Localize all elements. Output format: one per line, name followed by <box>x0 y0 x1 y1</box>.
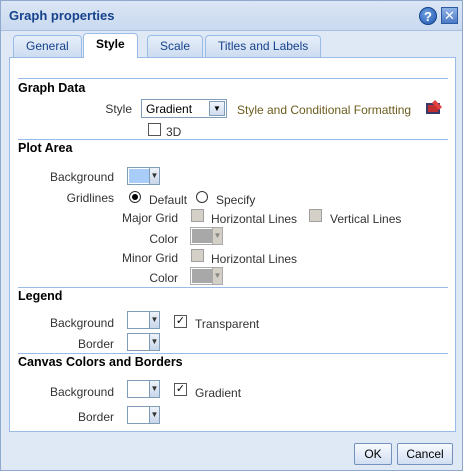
canvas-border-color-picker[interactable]: ▼ <box>127 406 160 424</box>
style-and-conditional-formatting-link[interactable]: Style and Conditional Formatting <box>237 103 411 117</box>
section-divider <box>18 353 448 354</box>
dialog-footer: OK Cancel <box>1 435 462 471</box>
tab-titles-and-labels[interactable]: Titles and Labels <box>205 35 322 57</box>
gridlines-specify-radio[interactable] <box>196 191 208 203</box>
section-divider <box>18 78 448 79</box>
3d-checkbox[interactable] <box>148 123 161 136</box>
canvas-border-swatch <box>129 408 150 422</box>
legend-background-label: Background <box>49 316 114 330</box>
style-label: Style <box>105 102 132 116</box>
tab-scale[interactable]: Scale <box>147 35 204 57</box>
minor-horizontal-lines-checkbox[interactable] <box>191 249 204 262</box>
3d-label: 3D <box>166 125 182 139</box>
style-select[interactable]: Gradient ▼ <box>141 99 227 118</box>
chevron-down-icon[interactable]: ▼ <box>212 268 222 284</box>
tab-strip: General Style Scale Titles and Labels <box>9 33 459 58</box>
canvas-border-label: Border <box>77 410 114 424</box>
canvas-background-label: Background <box>49 385 114 399</box>
major-grid-color-picker[interactable]: ▼ <box>190 227 223 245</box>
legend-border-label: Border <box>77 337 114 351</box>
minor-grid-color-picker[interactable]: ▼ <box>190 267 223 285</box>
minor-color-label: Color <box>149 271 178 285</box>
minor-grid-swatch <box>192 269 213 283</box>
legend-border-swatch <box>129 335 150 349</box>
major-horizontal-lines-checkbox[interactable] <box>191 209 204 222</box>
graph-data-heading: Graph Data <box>18 81 86 95</box>
canvas-background-color-picker[interactable]: ▼ <box>127 380 160 398</box>
chevron-down-icon[interactable]: ▼ <box>149 334 159 350</box>
canvas-background-swatch <box>129 382 150 396</box>
major-vertical-lines-label: Vertical Lines <box>330 212 402 226</box>
chevron-down-icon[interactable]: ▼ <box>149 168 159 184</box>
minor-grid-label: Minor Grid <box>121 251 178 265</box>
gridlines-default-label: Default <box>149 193 188 207</box>
tab-general[interactable]: General <box>13 35 82 57</box>
section-divider <box>18 139 448 140</box>
major-vertical-lines-checkbox[interactable] <box>309 209 322 222</box>
chevron-down-icon[interactable]: ▼ <box>149 312 159 328</box>
legend-transparent-label: Transparent <box>195 317 260 331</box>
minor-horizontal-lines-label: Horizontal Lines <box>211 252 298 266</box>
graph-properties-dialog: Graph properties ? ✕ General Style Scale… <box>0 0 463 471</box>
style-tab-panel: Graph Data Style Gradient ▼ Style and Co… <box>9 57 456 432</box>
chevron-down-icon[interactable]: ▼ <box>209 101 225 116</box>
canvas-gradient-label: Gradient <box>195 386 242 400</box>
cancel-button[interactable]: Cancel <box>397 443 453 465</box>
style-select-value: Gradient <box>146 102 193 116</box>
help-icon[interactable]: ? <box>419 7 437 25</box>
legend-transparent-checkbox[interactable]: ✓ <box>174 315 187 328</box>
close-icon[interactable]: ✕ <box>441 7 458 24</box>
major-grid-swatch <box>192 229 213 243</box>
edit-format-icon[interactable] <box>425 99 443 115</box>
legend-heading: Legend <box>18 289 63 303</box>
gridlines-label: Gridlines <box>66 191 114 205</box>
canvas-gradient-checkbox[interactable]: ✓ <box>174 383 187 396</box>
legend-border-color-picker[interactable]: ▼ <box>127 333 160 351</box>
gridlines-specify-label: Specify <box>216 193 256 207</box>
dialog-title: Graph properties <box>9 8 115 23</box>
canvas-colors-and-borders-heading: Canvas Colors and Borders <box>18 355 183 369</box>
chevron-down-icon[interactable]: ▼ <box>149 381 159 397</box>
major-color-label: Color <box>149 232 178 246</box>
plot-area-heading: Plot Area <box>18 141 73 155</box>
title-bar: Graph properties ? ✕ <box>1 1 462 31</box>
gridlines-default-radio[interactable] <box>129 191 141 203</box>
chevron-down-icon[interactable]: ▼ <box>149 407 159 423</box>
major-grid-label: Major Grid <box>121 211 178 225</box>
plot-background-label: Background <box>49 170 114 184</box>
ok-button[interactable]: OK <box>354 443 392 465</box>
plot-background-swatch <box>129 169 150 183</box>
tab-style[interactable]: Style <box>83 33 138 58</box>
major-horizontal-lines-label: Horizontal Lines <box>211 212 298 226</box>
legend-background-color-picker[interactable]: ▼ <box>127 311 160 329</box>
chevron-down-icon[interactable]: ▼ <box>212 228 222 244</box>
legend-background-swatch <box>129 313 150 327</box>
section-divider <box>18 287 448 288</box>
plot-background-color-picker[interactable]: ▼ <box>127 167 160 185</box>
